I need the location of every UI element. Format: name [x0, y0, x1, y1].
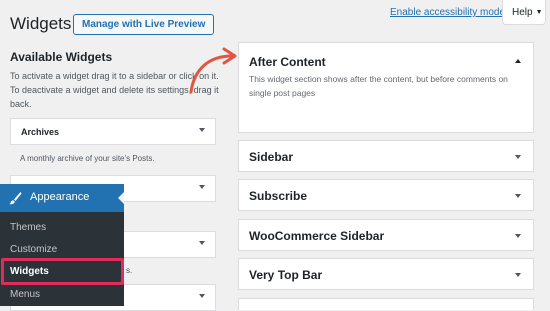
caret-down-icon[interactable] [515, 234, 521, 238]
paintbrush-icon [9, 192, 22, 205]
menu-item-customize[interactable]: Customize [10, 244, 57, 255]
sidebar-area-title: Subscribe [249, 189, 308, 203]
manage-live-preview-button[interactable]: Manage with Live Preview [73, 14, 215, 35]
widget-description: A monthly archive of your site’s Posts. [20, 154, 155, 163]
sidebar-area-very-top-bar[interactable]: Very Top Bar [238, 258, 534, 290]
sidebar-area-title: WooCommerce Sidebar [249, 229, 385, 243]
curved-arrow-icon [189, 47, 237, 94]
caret-down-icon[interactable] [515, 194, 521, 198]
widgets-highlight-box [1, 258, 124, 285]
caret-down-icon[interactable] [199, 241, 205, 245]
sidebar-area-description: This widget section shows after the cont… [249, 74, 508, 98]
sidebar-area-title: Very Top Bar [249, 268, 323, 282]
widget-description: s. [126, 266, 133, 275]
widget-archives[interactable]: Archives [10, 118, 216, 145]
menu-appearance-label: Appearance [30, 191, 90, 203]
caret-down-icon: ▼ [535, 9, 543, 16]
help-tab[interactable]: Help ▼ [502, 0, 546, 25]
page-title: Widgets [10, 14, 72, 33]
available-widgets-title: Available Widgets [10, 50, 113, 64]
sidebar-area-sidebar[interactable]: Sidebar [238, 140, 534, 172]
sidebar-area-title: After Content [249, 55, 326, 69]
caret-down-icon[interactable] [515, 273, 521, 277]
sidebar-area-title: Sidebar [249, 150, 294, 164]
menu-current-arrow [118, 192, 124, 204]
sidebar-area-woocommerce[interactable]: WooCommerce Sidebar [238, 219, 534, 251]
enable-accessibility-link[interactable]: Enable accessibility mode [390, 7, 505, 18]
sidebar-area-after-content[interactable]: After Content This widget section shows … [238, 42, 534, 133]
widget-title: Archives [21, 127, 60, 137]
caret-up-icon[interactable] [515, 59, 521, 63]
sidebar-area-partial [238, 298, 534, 310]
menu-item-themes[interactable]: Themes [10, 222, 46, 233]
caret-down-icon[interactable] [199, 294, 205, 298]
menu-item-menus[interactable]: Menus [10, 289, 40, 300]
caret-down-icon[interactable] [515, 155, 521, 159]
menu-appearance[interactable]: Appearance [0, 184, 124, 212]
caret-down-icon[interactable] [199, 185, 205, 189]
caret-down-icon[interactable] [199, 128, 205, 132]
help-label: Help [512, 7, 533, 18]
sidebar-area-subscribe[interactable]: Subscribe [238, 179, 534, 211]
